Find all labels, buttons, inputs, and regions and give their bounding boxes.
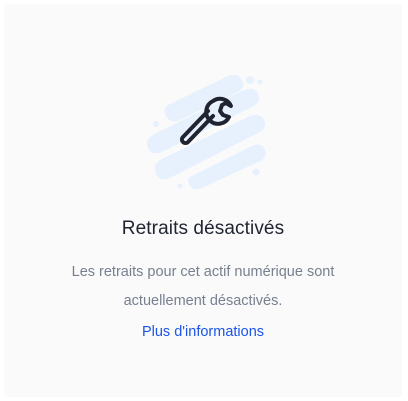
empty-state-title: Retraits désactivés xyxy=(121,218,285,239)
paint-splash xyxy=(146,74,266,190)
empty-state-description: Les retraits pour cet actif numérique so… xyxy=(71,264,335,309)
wrench-illustration xyxy=(140,60,270,190)
more-info-link[interactable]: Plus d'informations xyxy=(4,324,402,340)
withdrawals-disabled-card: Retraits désactivés Les retraits pour ce… xyxy=(4,4,402,397)
